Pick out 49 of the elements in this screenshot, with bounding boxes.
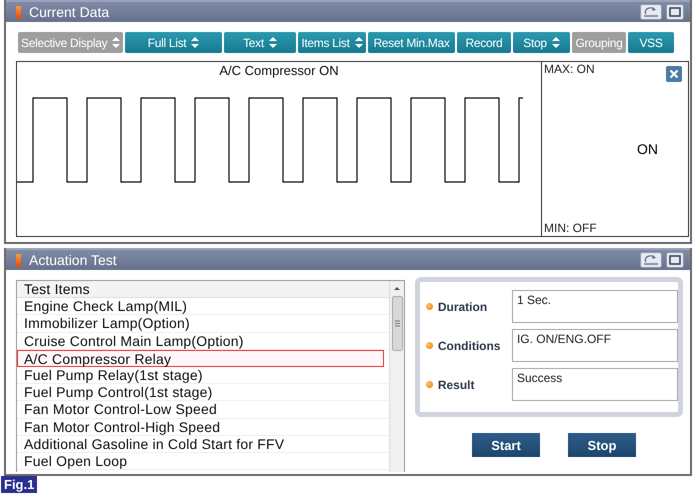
- list-item[interactable]: Fuel Open Loop: [17, 452, 389, 470]
- section-marker: [16, 254, 21, 266]
- dropdown-button[interactable]: Text: [224, 32, 296, 53]
- toolbar-button[interactable]: Record: [457, 32, 511, 53]
- maximize-icon[interactable]: [666, 252, 684, 268]
- list-item[interactable]: Immobilizer Lamp(Option): [17, 315, 389, 333]
- up-down-icon: [354, 37, 363, 48]
- panel-title: Actuation Test: [29, 252, 118, 268]
- refresh-icon[interactable]: [640, 252, 662, 268]
- list-item[interactable]: Engine Check Lamp(MIL): [17, 298, 389, 316]
- up-down-icon: [191, 37, 200, 48]
- field-label: Duration: [438, 300, 488, 314]
- toolbar-button[interactable]: VSS: [628, 32, 674, 53]
- field-label: Conditions: [438, 338, 502, 352]
- close-icon[interactable]: [666, 66, 682, 82]
- toolbar-button[interactable]: Reset Min.Max: [368, 32, 455, 53]
- max-value: MAX: ON: [544, 62, 595, 76]
- bullet-icon: [426, 342, 433, 349]
- scrollbar-thumb[interactable]: [392, 296, 402, 352]
- dropdown-button[interactable]: Items List: [298, 32, 366, 53]
- figure-label: Fig.1: [1, 476, 38, 493]
- field-label: Result: [438, 378, 476, 392]
- scroll-up-icon[interactable]: [393, 285, 401, 293]
- value-field: 1 Sec.: [512, 290, 678, 323]
- maximize-icon[interactable]: [666, 4, 684, 20]
- bullet-icon: [426, 381, 433, 388]
- section-marker: [16, 6, 21, 18]
- graph-title: A/C Compressor ON: [219, 63, 339, 78]
- panel-title: Current Data: [29, 4, 110, 20]
- action-button[interactable]: Stop: [568, 433, 636, 457]
- list-item[interactable]: Fan Motor Control-Low Speed: [17, 401, 389, 418]
- dropdown-button[interactable]: Stop: [513, 32, 570, 53]
- action-button[interactable]: Start: [472, 433, 540, 457]
- value-field: IG. ON/ENG.OFF: [512, 329, 678, 362]
- list-item[interactable]: Fuel Pump Relay(1st stage): [17, 366, 389, 384]
- list-item[interactable]: Additional Gasoline in Cold Start for FFV: [17, 436, 389, 453]
- list-item[interactable]: A/C Compressor Relay: [17, 350, 384, 367]
- value-field: Success: [512, 368, 678, 401]
- min-value: MIN: OFF: [544, 221, 597, 235]
- current-value: ON: [637, 140, 658, 156]
- list-item[interactable]: Fuel Pump Control(1st stage): [17, 384, 389, 402]
- list-item[interactable]: Fan Motor Control-High Speed: [17, 418, 389, 436]
- refresh-icon[interactable]: [640, 4, 662, 20]
- bullet-icon: [426, 303, 433, 310]
- column-header: Test Items: [17, 281, 389, 298]
- up-down-icon: [112, 37, 120, 48]
- dropdown-button[interactable]: Full List: [125, 32, 222, 53]
- up-down-icon: [552, 37, 560, 48]
- up-down-icon: [268, 37, 277, 48]
